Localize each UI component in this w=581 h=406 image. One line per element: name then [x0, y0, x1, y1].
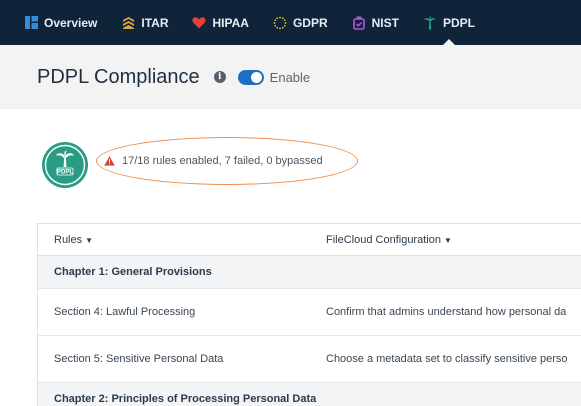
tab-label: GDPR: [292, 15, 328, 30]
toggle-knob: [250, 71, 262, 83]
rule-name: Chapter 1: General Provisions: [54, 266, 212, 278]
config-text: Confirm that admins understand how perso…: [326, 306, 567, 318]
tab-nist[interactable]: NIST: [352, 0, 399, 45]
palm-tree-icon: [423, 16, 437, 30]
tab-pdpl[interactable]: PDPL: [423, 0, 475, 45]
caret-down-icon: ▼: [85, 235, 94, 245]
caret-down-icon: ▼: [443, 235, 452, 245]
table-header: Rules ▼ FileCloud Configuration ▼: [38, 224, 581, 256]
header-label: FileCloud Configuration: [326, 233, 441, 246]
rules-column-header[interactable]: Rules ▼: [54, 234, 93, 246]
table-row[interactable]: Section 4: Lawful Processing Confirm tha…: [38, 289, 581, 336]
nist-shield-icon: [352, 16, 366, 30]
page-title: PDPL Compliance: [37, 65, 200, 88]
rule-name: Section 4: Lawful Processing: [54, 306, 196, 318]
eu-stars-icon: [273, 16, 287, 30]
page-header: PDPL Compliance i Enable: [0, 45, 581, 109]
tab-overview[interactable]: Overview: [24, 0, 97, 45]
tab-label: Overview: [44, 15, 98, 30]
pdpl-badge: PDPL: [41, 141, 89, 189]
chapter-row[interactable]: Chapter 1: General Provisions: [38, 256, 581, 289]
config-column-header[interactable]: FileCloud Configuration ▼: [326, 234, 452, 246]
rule-name: Section 5: Sensitive Personal Data: [54, 353, 224, 365]
tab-hipaa[interactable]: HIPAA: [192, 0, 249, 45]
toggle-label: Enable: [269, 69, 311, 85]
tab-gdpr[interactable]: GDPR: [273, 0, 328, 45]
top-nav: Overview ITAR HIPAA GDPR NIST PDPL: [0, 0, 581, 45]
chevron-rank-icon: [121, 16, 135, 30]
tab-label: NIST: [371, 15, 399, 30]
heart-icon: [192, 16, 207, 30]
tab-itar[interactable]: ITAR: [121, 0, 168, 45]
chapter-row[interactable]: Chapter 2: Principles of Processing Pers…: [38, 383, 581, 406]
info-icon[interactable]: i: [213, 71, 226, 83]
rule-name: Chapter 2: Principles of Processing Pers…: [54, 393, 317, 405]
tab-label: PDPL: [442, 15, 475, 30]
tab-label: ITAR: [141, 15, 169, 30]
rules-table: Rules ▼ FileCloud Configuration ▼ Chapter …: [37, 223, 581, 406]
tab-label: HIPAA: [212, 15, 249, 30]
warning-icon: [104, 156, 115, 166]
dashboard-icon: [24, 16, 38, 30]
header-label: Rules: [54, 233, 83, 246]
rules-status: 17/18 rules enabled, 7 failed, 0 bypasse…: [104, 155, 323, 167]
badge-text: PDPL: [57, 170, 73, 176]
enable-toggle[interactable]: [237, 69, 264, 85]
table-row[interactable]: Section 5: Sensitive Personal Data Choos…: [38, 336, 581, 383]
status-text: 17/18 rules enabled, 7 failed, 0 bypasse…: [122, 155, 323, 167]
config-text: Choose a metadata set to classify sensit…: [326, 353, 568, 365]
